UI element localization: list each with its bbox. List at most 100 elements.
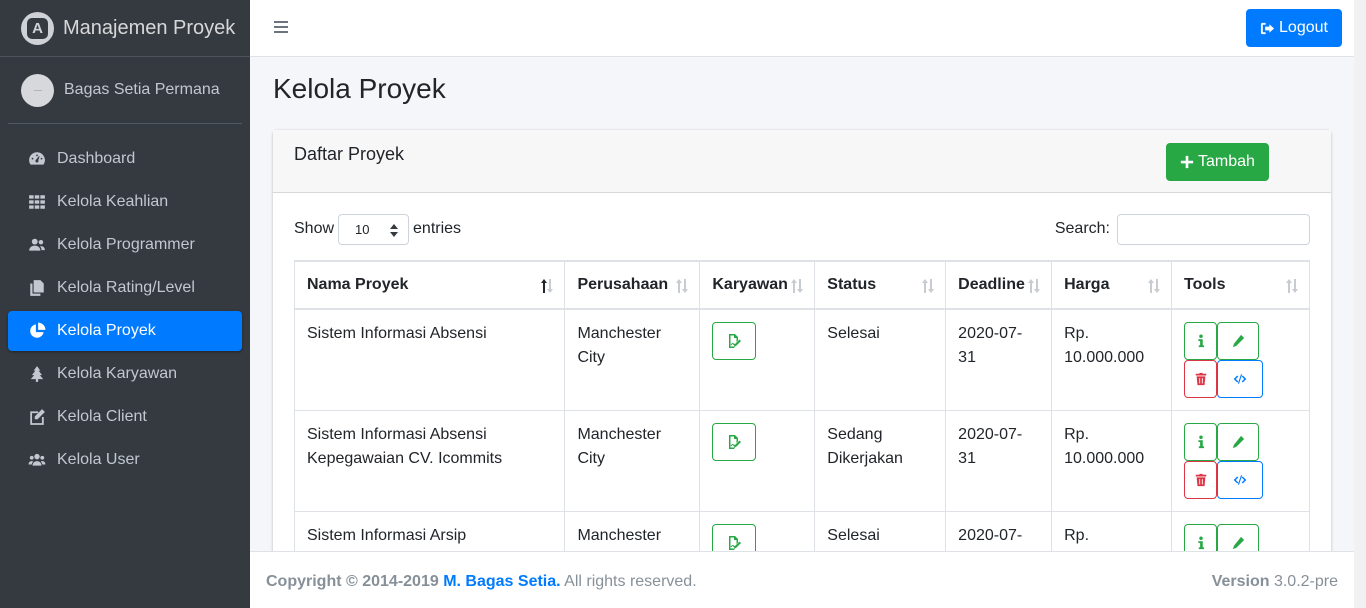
- cell-harga: Rp. 10.000.000: [1051, 409, 1173, 512]
- column-header-nama[interactable]: Nama Proyek: [293, 260, 566, 310]
- cell-perusahaan: Manchester: [564, 510, 701, 551]
- trash-icon: [1195, 473, 1206, 486]
- sidebar-item-label: Kelola Keahlian: [57, 193, 169, 210]
- info-button[interactable]: [1184, 322, 1218, 360]
- brand-logo-icon: A: [21, 11, 54, 45]
- search-input[interactable]: [1117, 213, 1310, 245]
- main-content: Kelola Proyek Daftar Proyek Tambah Show …: [250, 57, 1354, 551]
- cell-nama: Sistem Informasi Arsip: [293, 510, 566, 551]
- show-label: Show: [294, 220, 335, 237]
- cell-perusahaan: Manchester City: [564, 308, 701, 411]
- column-header-harga[interactable]: Harga: [1051, 260, 1173, 310]
- entries-label: entries: [413, 220, 462, 237]
- grid-icon: [26, 193, 48, 211]
- avatar: [21, 73, 54, 107]
- entries-length: Show 10 entries: [294, 213, 461, 245]
- info-button[interactable]: [1184, 523, 1218, 551]
- sort-icon: [1285, 278, 1299, 294]
- column-header-perusahaan[interactable]: Perusahaan: [564, 260, 701, 310]
- cell-perusahaan: Manchester City: [564, 409, 701, 512]
- sidebar-item-keahlian[interactable]: Kelola Keahlian: [8, 182, 242, 222]
- select-arrows-icon: [390, 223, 399, 237]
- add-label: Tambah: [1198, 153, 1255, 170]
- cell-harga: Rp. 10.000.000: [1051, 308, 1173, 411]
- table-controls: Show 10 entries Search:: [294, 213, 1310, 245]
- edit-button[interactable]: [1217, 422, 1260, 461]
- entries-value: 10: [355, 221, 370, 237]
- sidebar-item-label: Kelola Karyawan: [57, 365, 178, 382]
- add-project-button[interactable]: Tambah: [1166, 143, 1269, 181]
- column-header-tools[interactable]: Tools: [1171, 260, 1310, 310]
- tree-icon: [26, 365, 48, 383]
- brand-link[interactable]: A Manajemen Proyek: [0, 0, 250, 57]
- assign-karyawan-button[interactable]: [712, 523, 757, 551]
- author-link[interactable]: M. Bagas Setia.: [443, 573, 560, 590]
- hamburger-menu-icon[interactable]: [274, 21, 288, 35]
- column-header-deadline[interactable]: Deadline: [945, 260, 1053, 310]
- cell-status: Selesai: [814, 308, 947, 411]
- page-scrollbar[interactable]: [1354, 0, 1366, 608]
- cell-karyawan: [699, 510, 816, 551]
- sort-icon: [675, 278, 689, 294]
- sort-asc-icon: [540, 278, 554, 294]
- delete-button[interactable]: [1184, 460, 1218, 499]
- cell-nama: Sistem Informasi Absensi Kepegawaian CV.…: [293, 409, 566, 512]
- sidebar-item-label: Kelola Rating/Level: [57, 279, 195, 296]
- sidebar-item-dashboard[interactable]: Dashboard: [8, 139, 242, 179]
- sidebar-item-user[interactable]: Kelola User: [8, 440, 242, 480]
- projects-card: Daftar Proyek Tambah Show 10 entries Sea…: [273, 130, 1331, 551]
- info-icon: [1197, 334, 1204, 348]
- cell-tools: [1171, 510, 1310, 551]
- page-title: Kelola Proyek: [273, 73, 446, 104]
- search-label: Search:: [1054, 220, 1110, 237]
- logout-button[interactable]: Logout: [1246, 9, 1342, 47]
- plus-icon: [1180, 155, 1194, 169]
- sort-icon: [921, 278, 935, 294]
- table-row: Sistem Informasi Absensi Manchester City…: [293, 308, 1310, 411]
- code-button[interactable]: [1217, 460, 1264, 499]
- sidebar-item-karyawan[interactable]: Kelola Karyawan: [8, 354, 242, 394]
- file-signature-icon: [729, 334, 742, 348]
- column-header-status[interactable]: Status: [814, 260, 947, 310]
- sidebar-item-programmer[interactable]: Kelola Programmer: [8, 225, 242, 265]
- assign-karyawan-button[interactable]: [712, 322, 757, 360]
- delete-button[interactable]: [1184, 360, 1218, 398]
- sidebar-item-label: Kelola Programmer: [57, 236, 195, 253]
- assign-karyawan-button[interactable]: [712, 422, 757, 461]
- file-signature-icon: [729, 434, 742, 449]
- cell-harga: Rp.: [1051, 510, 1173, 551]
- code-icon: [1233, 374, 1247, 384]
- projects-table: Nama Proyek Perusahaan Karyawan Status D…: [293, 260, 1310, 551]
- sidebar-item-label: Kelola Proyek: [57, 322, 156, 339]
- cell-status: Sedang Dikerjakan: [814, 409, 947, 512]
- pencil-icon: [1232, 435, 1245, 448]
- brand-title: Manajemen Proyek: [63, 16, 236, 39]
- edit-button[interactable]: [1217, 322, 1260, 360]
- entries-select[interactable]: 10: [338, 213, 410, 245]
- code-button[interactable]: [1217, 360, 1264, 398]
- users-icon: [26, 236, 48, 254]
- cell-karyawan: [699, 409, 816, 512]
- tachometer-icon: [26, 150, 48, 168]
- card-title: Daftar Proyek: [294, 144, 405, 164]
- table-header-row: Nama Proyek Perusahaan Karyawan Status D…: [293, 260, 1310, 310]
- table-search: Search:: [1055, 213, 1310, 245]
- sidebar-item-client[interactable]: Kelola Client: [8, 397, 242, 437]
- copyright-text: Copyright © 2014-2019: [266, 573, 439, 590]
- cell-tools: [1171, 308, 1310, 411]
- sidebar-item-proyek[interactable]: Kelola Proyek: [8, 311, 242, 351]
- users-group-icon: [26, 451, 48, 469]
- sidebar-item-label: Dashboard: [57, 150, 136, 167]
- cell-deadline: 2020-07-31: [945, 308, 1053, 411]
- column-header-karyawan[interactable]: Karyawan: [699, 260, 816, 310]
- info-button[interactable]: [1184, 422, 1218, 461]
- sort-icon: [790, 278, 804, 294]
- user-name[interactable]: Bagas Setia Permana: [64, 81, 220, 99]
- logout-label: Logout: [1279, 19, 1328, 36]
- copy-icon: [26, 279, 48, 297]
- edit-button[interactable]: [1217, 523, 1260, 551]
- cell-tools: [1171, 409, 1310, 512]
- pencil-icon: [1232, 334, 1245, 348]
- card-header: Daftar Proyek Tambah: [273, 130, 1331, 193]
- sidebar-item-rating[interactable]: Kelola Rating/Level: [8, 268, 242, 308]
